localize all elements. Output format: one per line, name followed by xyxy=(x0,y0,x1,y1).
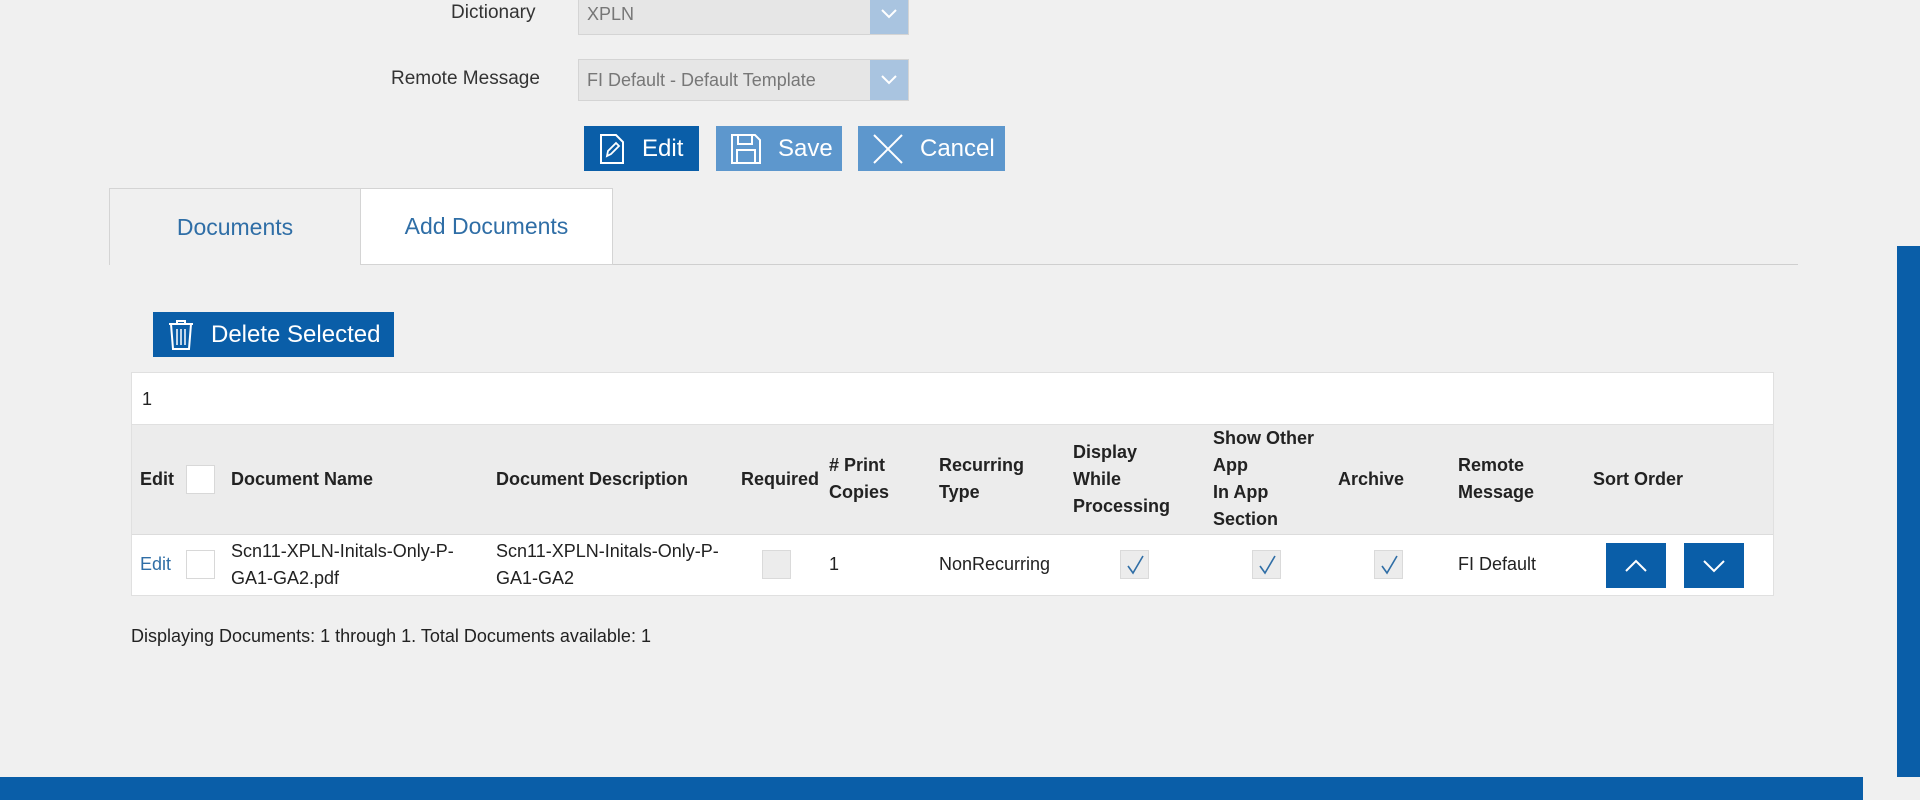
header-show-other-l3: In App xyxy=(1213,482,1269,502)
row-show-other-app-checkbox xyxy=(1252,550,1281,579)
select-all-checkbox[interactable] xyxy=(186,465,215,494)
edit-icon xyxy=(600,133,624,164)
header-recurring-type-l1: Recurring xyxy=(939,455,1025,475)
sort-up-button[interactable] xyxy=(1606,543,1666,588)
dictionary-select[interactable]: XPLN xyxy=(578,0,909,35)
row-print-copies: 1 xyxy=(829,554,840,574)
check-icon xyxy=(1258,555,1276,574)
row-document-name: Scn11-XPLN-Initals-Only-P- GA1-GA2.pdf xyxy=(231,538,454,592)
trash-icon xyxy=(169,319,193,350)
save-icon xyxy=(731,133,761,164)
header-recurring-type-l2: Type xyxy=(939,482,980,502)
header-archive[interactable]: Archive xyxy=(1338,466,1404,493)
row-recurring-type: NonRecurring xyxy=(939,554,1051,574)
header-display-l1: Display xyxy=(1073,442,1138,462)
row-document-description-l2: GA1-GA2 xyxy=(496,568,575,588)
header-sort-order: Sort Order xyxy=(1593,469,1684,489)
delete-selected-label: Delete Selected xyxy=(211,320,381,348)
tab-add-documents[interactable]: Add Documents xyxy=(360,188,613,265)
chevron-down-icon[interactable] xyxy=(870,0,908,34)
header-remote-message-l2: Message xyxy=(1458,482,1535,502)
header-document-description[interactable]: Document Description xyxy=(496,466,688,493)
save-button[interactable]: Save xyxy=(716,126,842,171)
cancel-button[interactable]: Cancel xyxy=(858,126,1005,171)
dictionary-label: Dictionary xyxy=(451,2,536,23)
header-recurring-type[interactable]: Recurring Type xyxy=(939,452,1024,506)
dictionary-value: XPLN xyxy=(587,4,635,24)
header-show-other-l4: Section xyxy=(1213,509,1279,529)
row-edit-link[interactable]: Edit xyxy=(140,551,171,578)
tab-documents-label: Documents xyxy=(176,213,294,240)
documents-grid: 1 Edit Document Name Document Descriptio… xyxy=(131,372,1774,596)
header-required[interactable]: Required xyxy=(741,466,819,493)
header-show-other-l1: Show Other xyxy=(1213,428,1315,448)
edit-button[interactable]: Edit xyxy=(584,126,699,171)
header-edit: Edit xyxy=(140,469,174,489)
header-display-while-processing[interactable]: Display While Processing xyxy=(1073,439,1170,520)
row-select-checkbox[interactable] xyxy=(186,550,215,579)
row-archive-checkbox xyxy=(1374,550,1403,579)
header-print-copies-l1: # Print xyxy=(829,455,886,475)
row-remote-message: FI Default xyxy=(1458,554,1537,574)
tab-documents[interactable]: Documents xyxy=(109,188,361,265)
header-display-l3: Processing xyxy=(1073,496,1171,516)
row-document-name-l1: Scn11-XPLN-Initals-Only-P- xyxy=(231,541,454,561)
footer-bar xyxy=(0,777,1863,800)
page-number[interactable]: 1 xyxy=(142,389,152,410)
delete-selected-button[interactable]: Delete Selected xyxy=(153,312,394,357)
close-icon xyxy=(873,133,903,164)
row-document-description-l1: Scn11-XPLN-Initals-Only-P- xyxy=(496,541,719,561)
header-show-other-l2: App xyxy=(1213,455,1248,475)
grid-header: Edit Document Name Document Description … xyxy=(132,425,1773,535)
header-print-copies[interactable]: # Print Copies xyxy=(829,452,889,506)
edit-button-label: Edit xyxy=(642,134,684,162)
sort-down-button[interactable] xyxy=(1684,543,1744,588)
chevron-down-icon xyxy=(1703,559,1725,572)
cancel-button-label: Cancel xyxy=(920,134,995,162)
table-row: Edit Scn11-XPLN-Initals-Only-P- GA1-GA2.… xyxy=(132,535,1773,595)
header-remote-message-l1: Remote xyxy=(1458,455,1525,475)
documents-summary: Displaying Documents: 1 through 1. Total… xyxy=(131,626,651,646)
header-display-l2: While xyxy=(1073,469,1121,489)
remote-message-value: FI Default - Default Template xyxy=(587,70,816,90)
row-display-while-processing-checkbox xyxy=(1120,550,1149,579)
row-document-description: Scn11-XPLN-Initals-Only-P- GA1-GA2 xyxy=(496,538,719,592)
header-show-other-app[interactable]: Show Other App In App Section xyxy=(1213,425,1314,533)
check-icon xyxy=(1126,555,1144,574)
remote-message-select[interactable]: FI Default - Default Template xyxy=(578,59,909,101)
chevron-down-icon[interactable] xyxy=(870,60,908,100)
remote-message-label: Remote Message xyxy=(391,68,540,89)
grid-pager: 1 xyxy=(132,373,1773,425)
header-remote-message[interactable]: Remote Message xyxy=(1458,452,1534,506)
header-document-name[interactable]: Document Name xyxy=(231,466,373,493)
header-print-copies-l2: Copies xyxy=(829,482,890,502)
check-icon xyxy=(1380,555,1398,574)
row-required-checkbox xyxy=(762,550,791,579)
tab-add-documents-label: Add Documents xyxy=(404,213,569,239)
side-panel-tab[interactable] xyxy=(1897,246,1920,777)
chevron-up-icon xyxy=(1625,559,1647,572)
row-document-name-l2: GA1-GA2.pdf xyxy=(231,568,340,588)
save-button-label: Save xyxy=(778,134,833,162)
